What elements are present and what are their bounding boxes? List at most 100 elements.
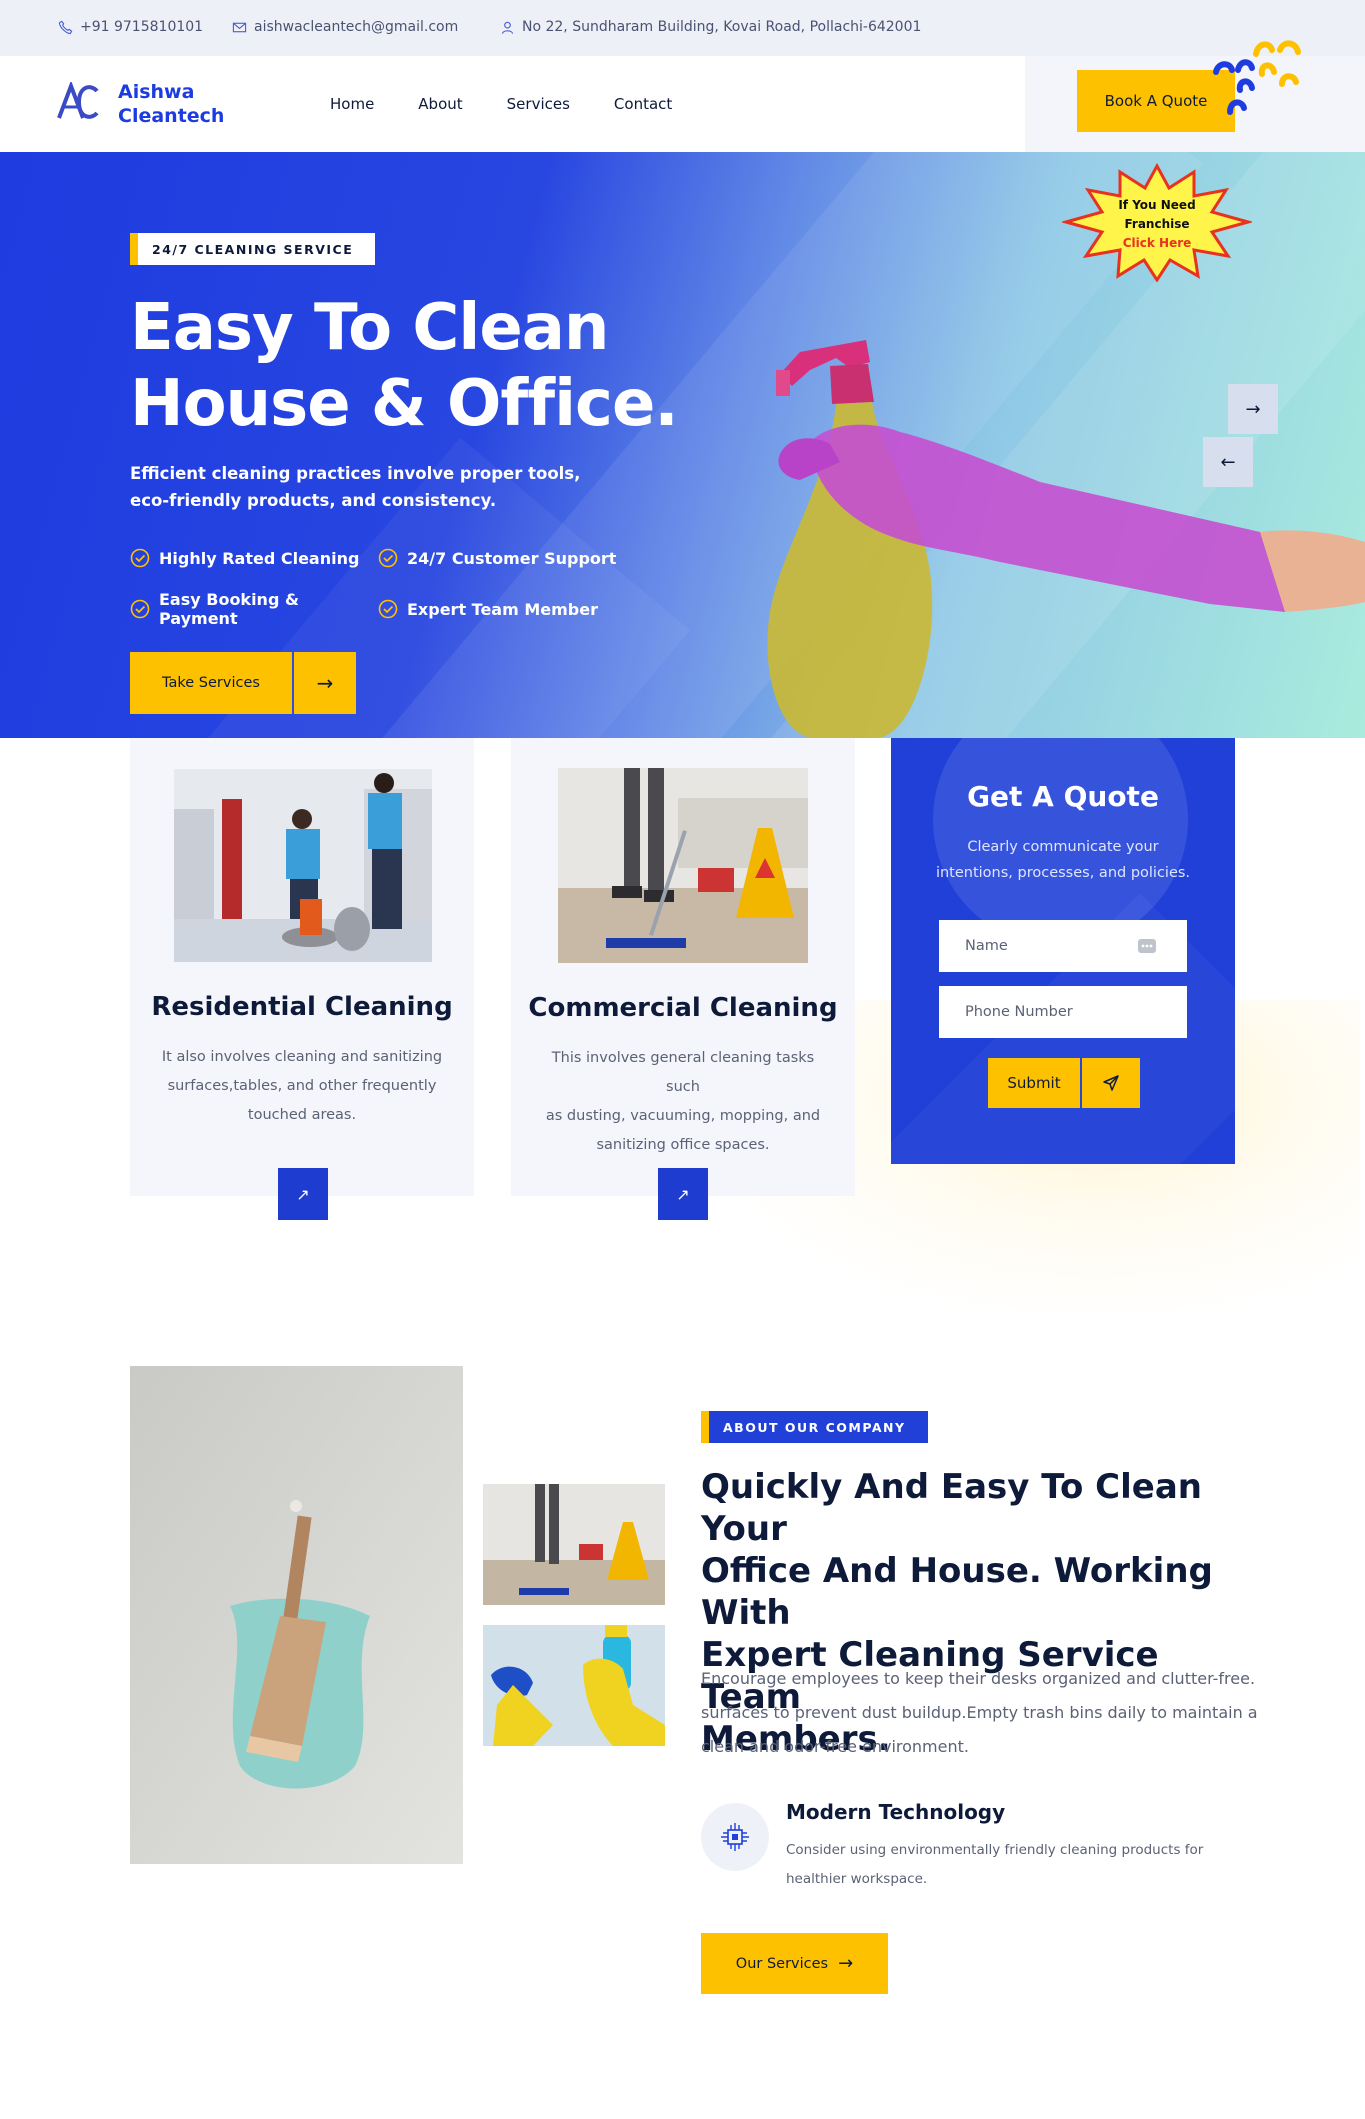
- hero-title-line-2: House & Office.: [130, 367, 679, 441]
- about-heading-line: Quickly And Easy To Clean Your: [701, 1467, 1202, 1549]
- check-circle-icon: [378, 548, 398, 568]
- hero-lead-line-2: eco-friendly products, and consistency.: [130, 491, 497, 510]
- arrow-right-icon[interactable]: →: [1228, 384, 1278, 434]
- quote-description: Clearly communicate your intentions, pro…: [931, 834, 1195, 886]
- nav-services[interactable]: Services: [507, 95, 570, 113]
- arrow-right-icon: →: [838, 1953, 854, 1974]
- mopping-photo: [483, 1484, 665, 1605]
- arrow-up-right-icon[interactable]: ↗: [658, 1168, 708, 1220]
- residential-cleaning-photo: [174, 769, 432, 962]
- window-cleaning-photo: [483, 1625, 665, 1746]
- about-paragraph-line: clean and odor-free environment.: [701, 1737, 969, 1756]
- name-input[interactable]: Name: [939, 920, 1187, 972]
- circuit-chip-icon: [721, 1823, 749, 1851]
- feature-item: 24/7 Customer Support: [378, 548, 626, 568]
- hero-lead-line-1: Efficient cleaning practices involve pro…: [130, 464, 581, 483]
- name-placeholder: Name: [965, 938, 1008, 954]
- service-desc-line: sanitizing office spaces.: [596, 1137, 770, 1153]
- phone-number: +91 9715810101: [80, 19, 204, 35]
- residential-cleaning-image: [174, 769, 432, 962]
- feature-label: Easy Booking & Payment: [159, 590, 299, 628]
- service-desc-line: surfaces,tables, and other frequently: [167, 1078, 437, 1094]
- service-description: This involves general cleaning tasks suc…: [538, 1044, 828, 1160]
- arrow-right-icon[interactable]: →: [294, 652, 356, 714]
- feature-description: Consider using environmentally friendly …: [786, 1836, 1216, 1894]
- logo-icon[interactable]: [57, 82, 99, 122]
- logo-line-2: Cleantech: [118, 105, 225, 127]
- envelope-icon: [232, 22, 247, 32]
- phone-contact[interactable]: +91 9715810101: [58, 19, 203, 35]
- check-circle-icon: [378, 599, 398, 619]
- feature-title: Modern Technology: [786, 1800, 1006, 1824]
- top-contact-bar: +91 9715810101 aishwacleantech@gmail.com…: [0, 0, 1365, 56]
- nav-about[interactable]: About: [418, 95, 462, 113]
- hero-title-line-1: Easy To Clean: [130, 291, 609, 365]
- service-desc-line: as dusting, vacuuming, mopping, and: [545, 1108, 821, 1124]
- check-circle-icon: [130, 599, 150, 619]
- hero-features: Highly Rated Cleaning 24/7 Customer Supp…: [130, 548, 630, 628]
- feature-label: Expert Team Member: [407, 599, 598, 619]
- nav-contact[interactable]: Contact: [614, 95, 672, 113]
- phone-number-input[interactable]: Phone Number: [939, 986, 1187, 1038]
- about-paragraph-line: Encourage employees to keep their desks …: [701, 1669, 1256, 1688]
- check-circle-icon: [130, 548, 150, 568]
- franchise-text: If You Need Franchise Click Here: [1062, 196, 1252, 253]
- franchise-line-1: If You Need: [1118, 198, 1196, 212]
- quote-desc-line: intentions, processes, and policies.: [935, 865, 1191, 881]
- get-quote-form: Get A Quote Clearly communicate your int…: [891, 738, 1235, 1164]
- commercial-cleaning-photo: [558, 768, 808, 963]
- phone-placeholder: Phone Number: [965, 1004, 1073, 1020]
- quote-title: Get A Quote: [967, 780, 1159, 813]
- quote-desc-line: Clearly communicate your: [967, 839, 1159, 855]
- address-contact: No 22, Sundharam Building, Kovai Road, P…: [500, 19, 921, 35]
- feature-item: Expert Team Member: [378, 590, 626, 628]
- spray-bottle-glove-illustration: [767, 340, 1365, 738]
- our-services-label: Our Services: [735, 1955, 829, 1972]
- main-nav: Home About Services Contact: [330, 95, 672, 113]
- feature-label: Highly Rated Cleaning: [159, 548, 360, 568]
- service-title: Commercial Cleaning: [528, 993, 838, 1023]
- feature-desc-line: healthier workspace.: [786, 1871, 928, 1887]
- logo-text[interactable]: Aishwa Cleantech: [118, 80, 224, 128]
- modern-technology-icon-wrap: [701, 1803, 769, 1871]
- franchise-link[interactable]: Click Here: [1062, 234, 1252, 253]
- take-services-button[interactable]: Take Services: [130, 652, 292, 714]
- our-services-button[interactable]: Our Services →: [701, 1933, 888, 1994]
- feature-item: Easy Booking & Payment: [130, 590, 378, 628]
- about-window-cleaning-image: [483, 1625, 665, 1746]
- paper-plane-icon: [1103, 1075, 1119, 1091]
- email-contact[interactable]: aishwacleantech@gmail.com: [232, 19, 458, 35]
- email-address: aishwacleantech@gmail.com: [254, 19, 459, 35]
- service-desc-line: touched areas.: [247, 1107, 357, 1123]
- hero-lead: Efficient cleaning practices involve pro…: [130, 460, 600, 514]
- about-paragraph-line: surfaces to prevent dust buildup.Empty t…: [701, 1703, 1258, 1722]
- service-description: It also involves cleaning and sanitizing…: [157, 1043, 447, 1130]
- hero-title: Easy To Clean House & Office.: [130, 290, 679, 442]
- dustpan-brush-photo: [130, 1366, 463, 1864]
- hero-tag: 24/7 CLEANING SERVICE: [130, 233, 376, 265]
- about-paragraph: Encourage employees to keep their desks …: [701, 1662, 1261, 1764]
- arrow-up-right-icon[interactable]: ↗: [278, 1168, 328, 1220]
- service-desc-line: It also involves cleaning and sanitizing: [161, 1049, 443, 1065]
- arrow-left-icon[interactable]: ←: [1203, 437, 1253, 487]
- franchise-line-2: Franchise: [1124, 217, 1190, 231]
- feature-item: Highly Rated Cleaning: [130, 548, 378, 568]
- about-heading-line: Office And House. Working With: [701, 1551, 1213, 1633]
- address-text: No 22, Sundharam Building, Kovai Road, P…: [522, 19, 922, 35]
- commercial-cleaning-image: [558, 768, 808, 963]
- feature-desc-line: Consider using environmentally friendly …: [786, 1842, 1204, 1858]
- user-location-icon: [501, 21, 514, 34]
- nav-home[interactable]: Home: [330, 95, 374, 113]
- service-desc-line: This involves general cleaning tasks suc…: [551, 1050, 815, 1095]
- phone-icon: [58, 20, 73, 34]
- about-tag: ABOUT OUR COMPANY: [701, 1411, 928, 1443]
- franchise-badge[interactable]: If You Need Franchise Click Here: [1062, 162, 1252, 282]
- about-mopping-image: [483, 1484, 665, 1605]
- logo-line-1: Aishwa: [118, 81, 195, 103]
- service-title: Residential Cleaning: [151, 992, 453, 1022]
- send-icon[interactable]: [1082, 1058, 1140, 1108]
- submit-button[interactable]: Submit: [988, 1058, 1080, 1108]
- feature-label: 24/7 Customer Support: [407, 548, 617, 568]
- autofill-icon[interactable]: [1137, 937, 1157, 955]
- decorative-squiggles-icon: [1213, 40, 1301, 115]
